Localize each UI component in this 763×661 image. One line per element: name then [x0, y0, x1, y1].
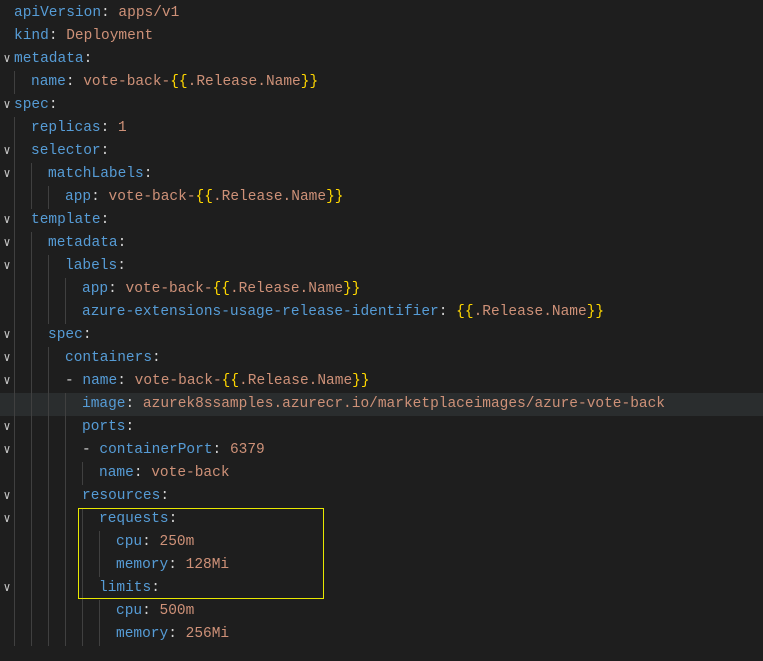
chevron-down-icon[interactable]: ∨	[0, 324, 14, 347]
yaml-key: matchLabels	[48, 166, 144, 182]
code-line[interactable]: ∨ limits:	[0, 577, 763, 600]
code-line[interactable]: ∨ spec:	[0, 94, 763, 117]
yaml-key: memory	[116, 557, 168, 573]
yaml-key: spec	[48, 327, 83, 343]
yaml-key: memory	[116, 626, 168, 642]
yaml-key: labels	[65, 258, 117, 274]
code-line[interactable]: kind: Deployment	[0, 25, 763, 48]
chevron-down-icon[interactable]: ∨	[0, 439, 14, 462]
code-line[interactable]: ∨ labels:	[0, 255, 763, 278]
yaml-key: kind	[14, 28, 49, 44]
yaml-key: app	[65, 189, 91, 205]
yaml-dash: -	[65, 373, 82, 389]
code-line[interactable]: memory: 256Mi	[0, 623, 763, 646]
helm-template: .Release.Name	[230, 281, 343, 297]
yaml-key: containerPort	[99, 442, 212, 458]
code-line[interactable]: cpu: 500m	[0, 600, 763, 623]
yaml-key: replicas	[31, 120, 101, 136]
code-line[interactable]: ∨ - name: vote-back-{{.Release.Name}}	[0, 370, 763, 393]
code-line[interactable]: ∨ matchLabels:	[0, 163, 763, 186]
code-line[interactable]: replicas: 1	[0, 117, 763, 140]
yaml-key: image	[82, 396, 126, 412]
yaml-key: metadata	[48, 235, 118, 251]
yaml-key: apiVersion	[14, 5, 101, 21]
yaml-value-prefix: vote-back-	[109, 189, 196, 205]
code-line[interactable]: ∨ template:	[0, 209, 763, 232]
code-line[interactable]: memory: 128Mi	[0, 554, 763, 577]
yaml-value: 1	[118, 120, 127, 136]
yaml-key: limits	[99, 580, 151, 596]
yaml-key: template	[31, 212, 101, 228]
yaml-value: 128Mi	[186, 557, 230, 573]
yaml-value: azurek8ssamples.azurecr.io/marketplaceim…	[143, 396, 665, 412]
yaml-key: cpu	[116, 534, 142, 550]
yaml-key: metadata	[14, 51, 84, 67]
chevron-down-icon[interactable]: ∨	[0, 94, 14, 117]
code-line[interactable]: name: vote-back-{{.Release.Name}}	[0, 71, 763, 94]
chevron-down-icon[interactable]: ∨	[0, 577, 14, 600]
code-line[interactable]: apiVersion: apps/v1	[0, 2, 763, 25]
code-line-active[interactable]: image: azurek8ssamples.azurecr.io/market…	[0, 393, 763, 416]
yaml-value: 256Mi	[186, 626, 230, 642]
yaml-value: 6379	[230, 442, 265, 458]
yaml-value-prefix: vote-back-	[135, 373, 222, 389]
yaml-value: vote-back	[151, 465, 229, 481]
helm-template: .Release.Name	[213, 189, 326, 205]
yaml-key: name	[99, 465, 134, 481]
yaml-value: 500m	[160, 603, 195, 619]
code-line[interactable]: app: vote-back-{{.Release.Name}}	[0, 278, 763, 301]
yaml-key: resources	[82, 488, 160, 504]
chevron-down-icon[interactable]: ∨	[0, 209, 14, 232]
code-line[interactable]: ∨ containers:	[0, 347, 763, 370]
yaml-key: azure-extensions-usage-release-identifie…	[82, 304, 439, 320]
code-line[interactable]: ∨ - containerPort: 6379	[0, 439, 763, 462]
yaml-key: ports	[82, 419, 126, 435]
yaml-value: Deployment	[66, 28, 153, 44]
code-line[interactable]: ∨ requests:	[0, 508, 763, 531]
yaml-value-prefix: vote-back-	[83, 74, 170, 90]
chevron-down-icon[interactable]: ∨	[0, 163, 14, 186]
code-line[interactable]: app: vote-back-{{.Release.Name}}	[0, 186, 763, 209]
code-line[interactable]: ∨ metadata:	[0, 232, 763, 255]
code-line[interactable]: name: vote-back	[0, 462, 763, 485]
chevron-down-icon[interactable]: ∨	[0, 370, 14, 393]
chevron-down-icon[interactable]: ∨	[0, 255, 14, 278]
yaml-key: name	[82, 373, 117, 389]
yaml-key: name	[31, 74, 66, 90]
yaml-value-prefix: vote-back-	[126, 281, 213, 297]
yaml-value: 250m	[160, 534, 195, 550]
code-line[interactable]: ∨ spec:	[0, 324, 763, 347]
chevron-down-icon[interactable]: ∨	[0, 140, 14, 163]
yaml-key: containers	[65, 350, 152, 366]
code-line[interactable]: ∨ resources:	[0, 485, 763, 508]
code-line[interactable]: ∨ metadata:	[0, 48, 763, 71]
chevron-down-icon[interactable]: ∨	[0, 48, 14, 71]
yaml-dash: -	[82, 442, 99, 458]
code-line[interactable]: ∨ selector:	[0, 140, 763, 163]
code-line[interactable]: ∨ ports:	[0, 416, 763, 439]
chevron-down-icon[interactable]: ∨	[0, 347, 14, 370]
yaml-key: requests	[99, 511, 169, 527]
yaml-key: cpu	[116, 603, 142, 619]
code-line[interactable]: azure-extensions-usage-release-identifie…	[0, 301, 763, 324]
code-line[interactable]: cpu: 250m	[0, 531, 763, 554]
yaml-value: apps/v1	[118, 5, 179, 21]
helm-template: .Release.Name	[474, 304, 587, 320]
chevron-down-icon[interactable]: ∨	[0, 232, 14, 255]
chevron-down-icon[interactable]: ∨	[0, 416, 14, 439]
chevron-down-icon[interactable]: ∨	[0, 508, 14, 531]
yaml-key: app	[82, 281, 108, 297]
yaml-key: selector	[31, 143, 101, 159]
code-editor[interactable]: apiVersion: apps/v1 kind: Deployment ∨ m…	[0, 0, 763, 646]
chevron-down-icon[interactable]: ∨	[0, 485, 14, 508]
helm-template: .Release.Name	[239, 373, 352, 389]
helm-template: .Release.Name	[188, 74, 301, 90]
yaml-key: spec	[14, 97, 49, 113]
